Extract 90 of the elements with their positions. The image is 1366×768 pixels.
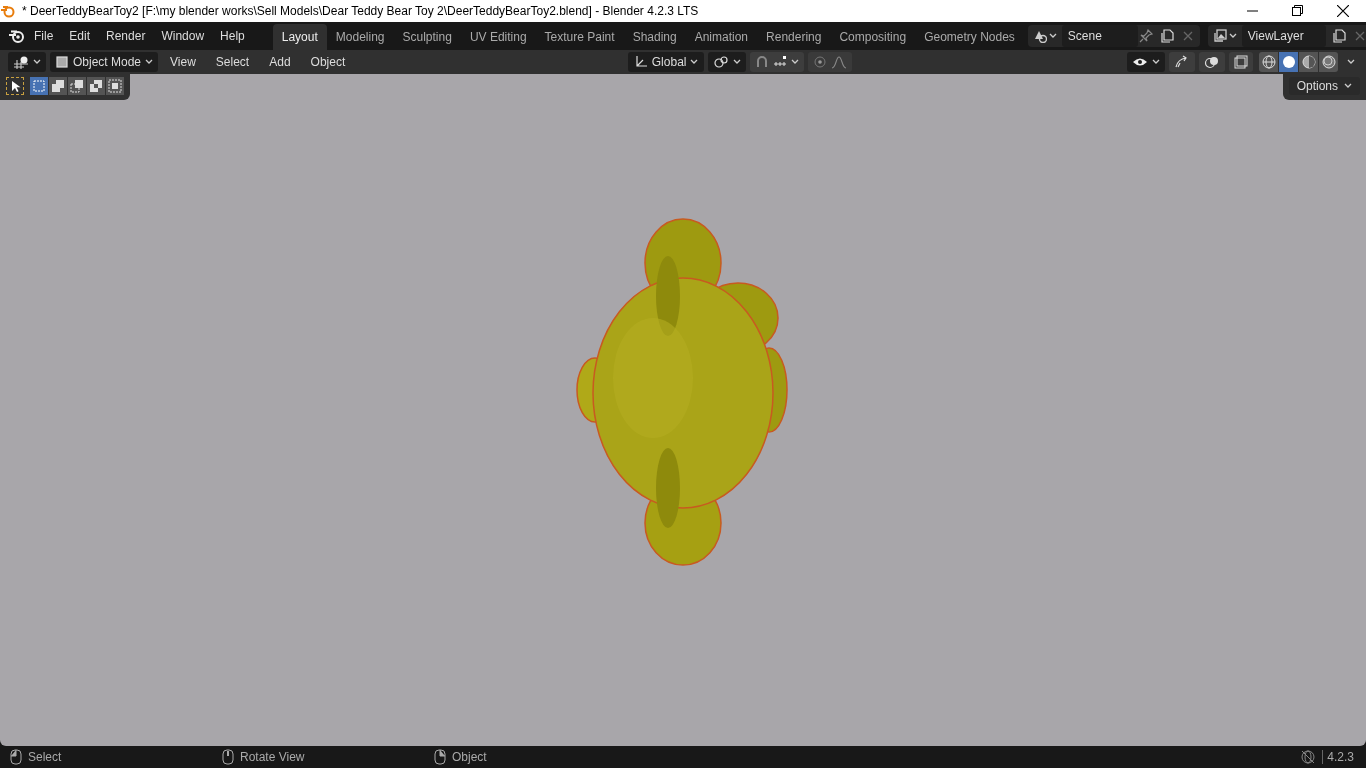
overlay-circles-icon (1204, 55, 1220, 69)
select-mode-button[interactable] (106, 77, 124, 95)
header-menu[interactable]: Add (261, 55, 299, 69)
orientation-dropdown[interactable]: Global (627, 52, 705, 72)
wireframe-sphere-icon (1261, 55, 1276, 69)
version-label: 4.2.3 (1322, 750, 1354, 764)
visibility-dropdown[interactable] (1127, 52, 1165, 72)
close-icon[interactable] (1337, 5, 1349, 17)
menu-item[interactable]: Window (153, 26, 213, 46)
status-hint: Select (28, 750, 62, 764)
chevron-icon (1228, 33, 1237, 39)
magnet-icon (755, 55, 770, 69)
axes-icon (633, 55, 648, 69)
workspace-tab[interactable]: Modeling (326, 24, 394, 50)
workspace-tab[interactable]: Rendering (757, 24, 831, 50)
select-mode-button[interactable] (87, 77, 105, 95)
xray-button[interactable] (1229, 52, 1253, 72)
shading-mode-button[interactable] (1319, 52, 1338, 72)
workspace-tab[interactable]: UV Editing (460, 24, 536, 50)
mode-dropdown[interactable]: Object Mode (50, 52, 159, 72)
workspace-tab[interactable]: Layout (272, 24, 327, 50)
proportional-edit-button[interactable] (808, 52, 853, 72)
remove-icon[interactable] (1181, 30, 1194, 42)
shading-mode-button[interactable] (1299, 52, 1318, 72)
mouse-icon (434, 749, 446, 765)
link-rings-icon (713, 55, 730, 69)
header-menu[interactable]: View (162, 55, 204, 69)
snap-button[interactable] (750, 52, 805, 72)
menu-item[interactable]: Render (98, 26, 154, 46)
window-title: * DeerTeddyBearToy2 [F:\my blender works\Sell Models\Dear Teddy Bear Toy 2\DeerTeddyBearToy2.blend] - Blender 4.2.3 LTS (22, 4, 700, 18)
scene-field[interactable]: Scene (1061, 25, 1138, 47)
header-menu[interactable]: Select (207, 55, 258, 69)
status-hint: Rotate View (240, 750, 305, 764)
snap-grid-icon (773, 55, 788, 69)
menu-item[interactable]: Edit (61, 26, 99, 46)
invert-selection-icon (89, 79, 103, 93)
new-scene-icon[interactable] (1159, 28, 1176, 44)
image-stack-icon (1212, 29, 1227, 43)
select-mode-button[interactable] (49, 77, 67, 95)
restore-icon[interactable] (1292, 5, 1303, 16)
target-dot-icon (813, 55, 828, 69)
chevron-icon (145, 59, 154, 65)
options-dropdown[interactable]: Options (1288, 77, 1360, 95)
pivot-dropdown[interactable] (708, 52, 747, 72)
mouse-icon (222, 749, 234, 765)
status-hint: Object (452, 750, 487, 764)
cursor-icon (9, 80, 21, 92)
falloff-curve-icon (831, 55, 848, 69)
view-layer-field[interactable]: ViewLayer (1241, 25, 1326, 47)
solid-sphere-icon (1281, 55, 1296, 69)
editor-type-button[interactable] (8, 52, 46, 72)
scene-icon (1032, 29, 1047, 43)
chevron-icon (1347, 59, 1355, 65)
chevron-icon (791, 59, 800, 65)
gizmo-button[interactable] (1169, 52, 1195, 72)
xray-squares-icon (1234, 55, 1248, 69)
tool-button[interactable] (6, 77, 24, 95)
workspace-tab[interactable]: Texture Paint (535, 24, 624, 50)
axes-grid-icon (13, 55, 29, 69)
workspace-tab[interactable]: Compositing (830, 24, 916, 50)
overlays-button[interactable] (1199, 52, 1225, 72)
header-menu[interactable]: Object (302, 55, 354, 69)
select-mode-button[interactable] (68, 77, 86, 95)
intersect-selection-icon (108, 79, 122, 93)
mouse-icon (10, 749, 22, 765)
menu-item[interactable]: File (26, 26, 62, 46)
material-sphere-icon (1301, 55, 1316, 69)
menu-item[interactable]: Help (212, 26, 253, 46)
shading-mode-button[interactable] (1279, 52, 1298, 72)
chevron-icon (1344, 83, 1352, 89)
workspace-tab[interactable]: Animation (685, 24, 758, 50)
chevron-icon (33, 59, 41, 65)
pin-icon[interactable] (1137, 28, 1154, 44)
rendered-sphere-icon (1321, 55, 1336, 69)
globe-crossed-icon (1300, 749, 1317, 765)
extend-selection-icon (51, 79, 65, 93)
workspace-tab[interactable]: Sculpting (393, 24, 461, 50)
object-icon (55, 55, 69, 69)
chevron-icon (733, 59, 742, 65)
workspace-tab[interactable]: Shading (623, 24, 686, 50)
chevron-icon (1048, 33, 1057, 39)
workspace-tab[interactable]: Geometry Nodes (915, 24, 1024, 50)
subtract-selection-icon (70, 79, 84, 93)
remove-icon[interactable] (1353, 30, 1366, 42)
new-selection-icon (32, 79, 46, 93)
shading-mode-button[interactable] (1259, 52, 1278, 72)
3d-viewport[interactable]: Options (0, 74, 1366, 746)
new-view-layer-icon[interactable] (1331, 28, 1348, 44)
chevron-icon (1152, 59, 1160, 65)
chevron-icon (690, 59, 699, 65)
